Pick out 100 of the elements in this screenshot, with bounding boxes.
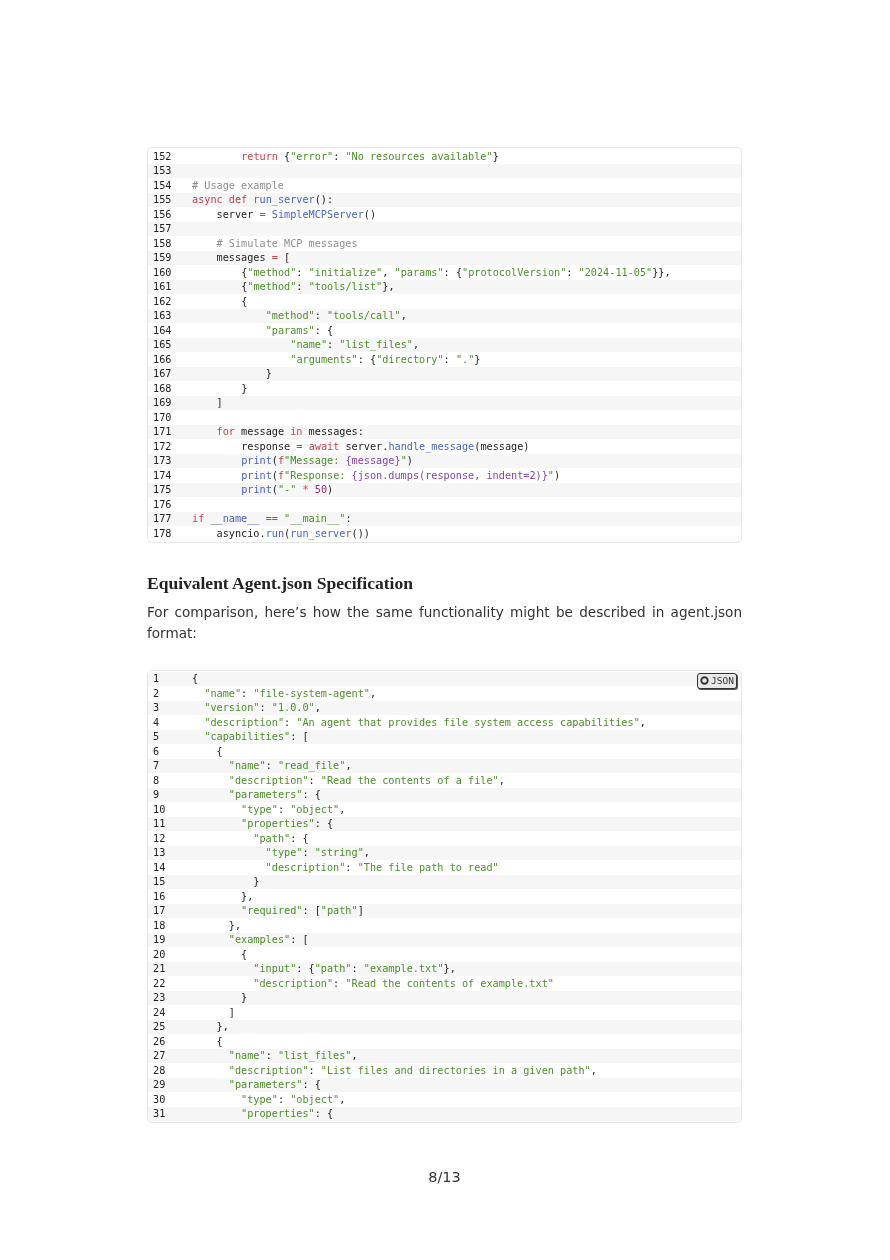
line-number: 17 — [152, 905, 167, 917]
line-number: 6 — [152, 745, 161, 757]
code-line: "version": "1.0.0", — [203, 702, 321, 714]
code-line: "description": "List files and directories in a given path", — [227, 1064, 597, 1076]
line-number: 22 — [152, 977, 167, 989]
line-number: 28 — [152, 1064, 167, 1076]
line-number: 167 — [152, 368, 173, 380]
line-number: 29 — [152, 1079, 167, 1091]
code-line: "parameters": { — [227, 1079, 321, 1091]
code-line: print("-" * 50) — [240, 484, 334, 496]
code-line: "parameters": { — [227, 789, 321, 801]
line-number: 158 — [152, 237, 173, 249]
line-number: 160 — [152, 266, 173, 278]
code-line: "arguments": {"directory": "."} — [289, 353, 481, 365]
line-number: 25 — [152, 1021, 167, 1033]
line-number: 30 — [152, 1093, 167, 1105]
line-number: 20 — [152, 948, 167, 960]
code-line: "method": "tools/call", — [264, 310, 407, 322]
code-line: print(f"Response: {json.dumps(response, indent=2)}") — [240, 469, 561, 481]
code-line: "input": {"path": "example.txt"}, — [252, 963, 456, 975]
line-number: 11 — [152, 818, 167, 830]
code-line: { — [240, 948, 248, 960]
code-line: "type": "object", — [240, 1093, 346, 1105]
code-line: "name": "list_files", — [227, 1050, 358, 1062]
paragraph: For comparison, here’s how the same functionality might be described in agent.json format: — [147, 602, 742, 643]
line-number: 168 — [152, 382, 173, 394]
code-line: "examples": [ — [227, 934, 309, 946]
code-line: } — [264, 368, 272, 380]
line-number: 16 — [152, 890, 167, 902]
code-line: if __name__ == "__main__": — [192, 513, 352, 525]
code-line: for message in messages: — [215, 426, 364, 438]
line-number: 171 — [152, 426, 173, 438]
code-line: messages = [ — [215, 252, 291, 264]
line-number: 174 — [152, 469, 173, 481]
line-number: 163 — [152, 310, 173, 322]
line-number: 170 — [152, 411, 173, 423]
code-line: "type": "object", — [240, 803, 346, 815]
line-number: 153 — [152, 165, 173, 177]
code-line: "capabilities": [ — [203, 731, 309, 743]
line-number: 155 — [152, 194, 173, 206]
line-number: 19 — [152, 934, 167, 946]
line-number: 15 — [152, 876, 167, 888]
code-line: {"method": "initialize", "params": {"protocolVersion": "2024-11-05"}}, — [240, 266, 671, 278]
line-number: 2 — [152, 687, 161, 699]
line-number: 27 — [152, 1050, 167, 1062]
line-number: 21 — [152, 963, 167, 975]
line-number: 152 — [152, 150, 173, 162]
line-number: 23 — [152, 992, 167, 1004]
code-line: { — [240, 295, 248, 307]
line-number: 5 — [152, 731, 161, 743]
code-line: # Simulate MCP messages — [215, 237, 358, 249]
line-number: 173 — [152, 455, 173, 467]
code-line: { — [215, 1035, 223, 1047]
line-number: 176 — [152, 498, 173, 510]
line-number: 162 — [152, 295, 173, 307]
code-line: }, — [215, 1021, 229, 1033]
code-line: print(f"Message: {message}") — [240, 455, 413, 467]
code-line: "description": "Read the contents of example.txt" — [252, 977, 554, 989]
code-line: "description": "The file path to read" — [264, 861, 499, 873]
line-number: 12 — [152, 832, 167, 844]
line-number: 157 — [152, 223, 173, 235]
badge-label: JSON — [711, 675, 734, 686]
line-number: 3 — [152, 702, 161, 714]
code-line: "name": "list_files", — [289, 339, 420, 351]
line-number: 178 — [152, 527, 173, 539]
code-line: { — [215, 745, 223, 757]
code-line: }, — [227, 919, 242, 931]
code-line: server = SimpleMCPServer() — [215, 208, 377, 220]
code-line: async def run_server(): — [192, 194, 334, 206]
page-number: 8/13 — [427, 1169, 462, 1185]
line-number: 164 — [152, 324, 173, 336]
circle-icon — [700, 676, 710, 685]
line-number: 26 — [152, 1035, 167, 1047]
line-number: 177 — [152, 513, 173, 525]
code-line: ] — [227, 1006, 235, 1018]
code-line: "properties": { — [240, 1108, 334, 1120]
line-number: 159 — [152, 252, 173, 264]
line-number: 165 — [152, 339, 173, 351]
code-line: ] — [215, 397, 223, 409]
code-line: "type": "string", — [264, 847, 370, 859]
code-line: "description": "Read the contents of a file", — [227, 774, 505, 786]
line-number: 14 — [152, 861, 167, 873]
code-line: } — [240, 382, 248, 394]
code-line: "required": ["path"] — [240, 905, 364, 917]
code-line: "path": { — [252, 832, 309, 844]
code-line: { — [192, 673, 199, 685]
line-number: 31 — [152, 1108, 167, 1120]
code-line: return {"error": "No resources available"} — [240, 150, 499, 162]
line-number: 24 — [152, 1006, 167, 1018]
code-line: asyncio.run(run_server()) — [215, 527, 370, 539]
code-line: } — [252, 876, 260, 888]
code-line: "description": "An agent that provides file system access capabilities", — [203, 716, 646, 728]
line-number: 10 — [152, 803, 167, 815]
line-number: 161 — [152, 281, 173, 293]
code-line: }, — [240, 890, 254, 902]
code-line: # Usage example — [192, 179, 284, 191]
code-line: } — [240, 992, 248, 1004]
line-number: 169 — [152, 397, 173, 409]
line-number: 175 — [152, 484, 173, 496]
line-number: 1 — [152, 673, 161, 685]
